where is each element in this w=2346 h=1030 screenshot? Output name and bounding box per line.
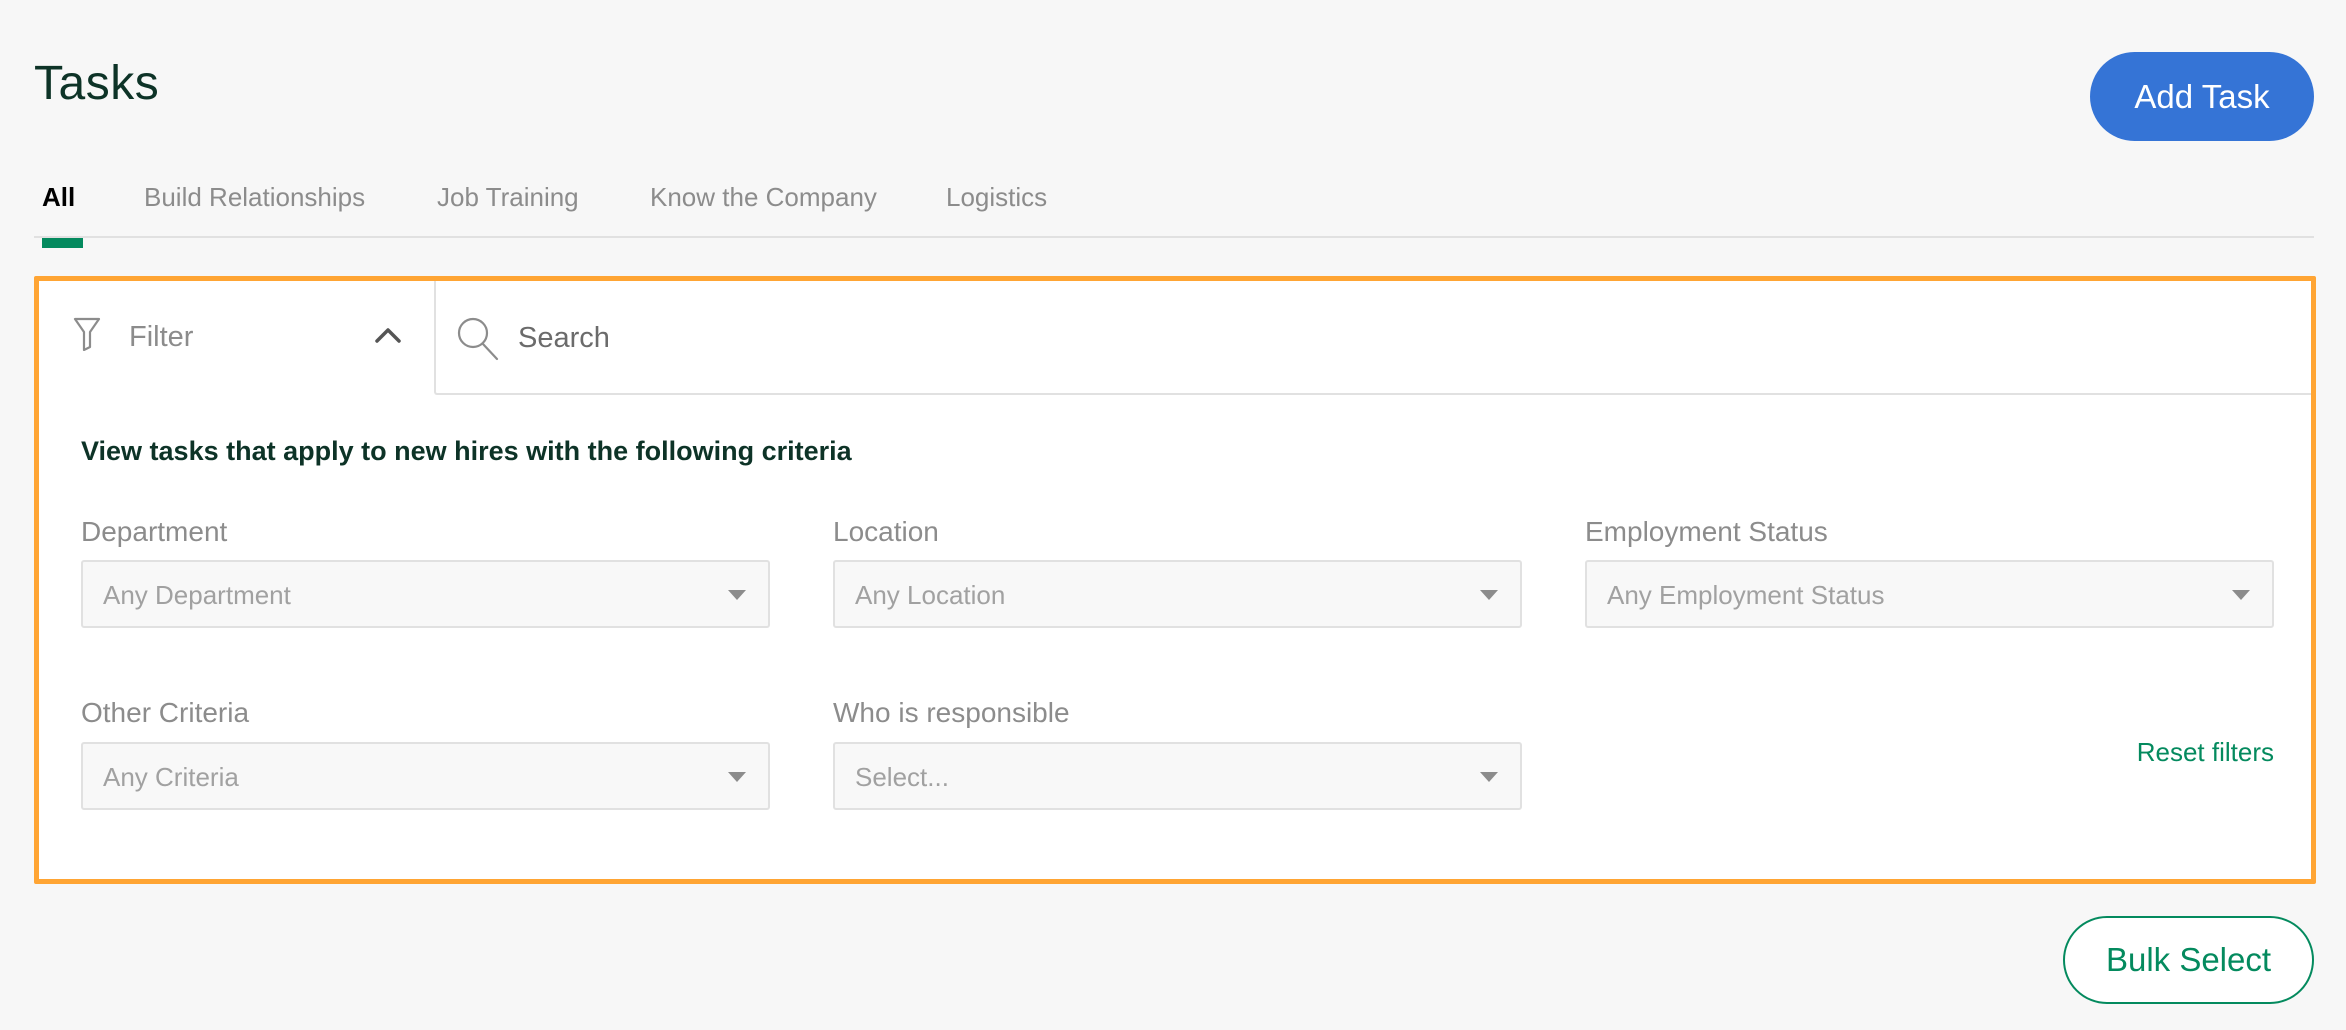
caret-down-icon [728,772,746,782]
funnel-icon [73,317,101,351]
search-box [434,281,2311,395]
location-value: Any Location [855,580,1006,610]
caret-down-icon [1480,590,1498,600]
tab-all[interactable]: All [42,182,84,248]
location-select[interactable]: Any Location [833,560,1522,628]
tab-build-relationships[interactable]: Build Relationships [144,182,365,227]
location-label: Location [833,516,939,547]
add-task-button[interactable]: Add Task [2090,52,2314,141]
caret-down-icon [1480,772,1498,782]
criteria-heading: View tasks that apply to new hires with … [81,436,852,466]
tab-job-training[interactable]: Job Training [437,182,579,227]
caret-down-icon [2232,590,2250,600]
tab-know-the-company[interactable]: Know the Company [650,182,877,227]
page-title: Tasks [34,57,160,110]
chevron-up-icon[interactable] [375,327,401,343]
filter-label: Filter [129,321,194,353]
search-icon [457,317,499,361]
employment-status-value: Any Employment Status [1607,580,1885,610]
tab-logistics[interactable]: Logistics [946,182,1047,227]
filter-toggle[interactable]: Filter [39,281,434,395]
department-label: Department [81,516,228,547]
other-criteria-select[interactable]: Any Criteria [81,742,770,810]
department-select[interactable]: Any Department [81,560,770,628]
other-criteria-label: Other Criteria [81,697,250,728]
reset-filters-link[interactable]: Reset filters [2137,737,2274,768]
who-is-responsible-value: Select... [855,762,949,792]
caret-down-icon [728,590,746,600]
filter-panel: Filter View tasks that apply to new hire… [34,276,2316,884]
department-value: Any Department [103,580,291,610]
bulk-select-button[interactable]: Bulk Select [2063,916,2314,1004]
who-is-responsible-label: Who is responsible [833,697,1070,728]
search-input[interactable] [516,311,2120,365]
employment-status-label: Employment Status [1585,516,1828,547]
employment-status-select[interactable]: Any Employment Status [1585,560,2274,628]
category-tabs: All Build Relationships Job Training Kno… [34,178,2314,248]
other-criteria-value: Any Criteria [103,762,239,792]
who-is-responsible-select[interactable]: Select... [833,742,1522,810]
